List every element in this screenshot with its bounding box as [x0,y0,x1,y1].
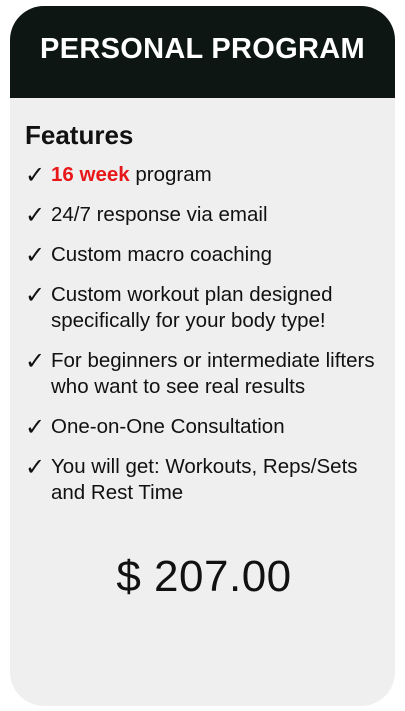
feature-item: ✓ Custom macro coaching [25,242,383,268]
feature-item: ✓ 24/7 response via email [25,202,383,228]
feature-text: Custom workout plan designed specificall… [51,283,333,332]
check-icon: ✓ [25,347,46,375]
feature-text: 16 week program [51,162,383,188]
feature-label: program [129,163,212,186]
feature-text: You will get: Workouts, Reps/Sets and Re… [51,455,358,504]
feature-text: 24/7 response via email [51,203,268,226]
feature-item: ✓ One-on-One Consultation [25,414,383,440]
check-icon: ✓ [25,453,46,481]
card-header: PERSONAL PROGRAM [10,6,395,98]
check-icon: ✓ [25,241,46,269]
feature-item: ✓ For beginners or intermediate lifters … [25,348,383,400]
feature-text: For beginners or intermediate lifters wh… [51,349,375,398]
check-icon: ✓ [25,281,46,309]
price-label: $ 207.00 [116,552,292,601]
feature-list: ✓ 16 week program ✓ 24/7 response via em… [25,162,383,506]
card-body: Features ✓ 16 week program ✓ 24/7 respon… [10,98,395,602]
check-icon: ✓ [25,413,46,441]
feature-text: One-on-One Consultation [51,415,285,438]
card-title: PERSONAL PROGRAM [40,32,365,65]
pricing-card: PERSONAL PROGRAM Features ✓ 16 week prog… [10,6,395,706]
feature-item: ✓ 16 week program [25,162,383,188]
feature-text: Custom macro coaching [51,243,273,266]
feature-item: ✓ You will get: Workouts, Reps/Sets and … [25,454,383,506]
check-icon: ✓ [25,161,46,189]
features-heading: Features [25,120,134,150]
feature-highlight: 16 week [51,163,130,186]
feature-item: ✓ Custom workout plan designed specifica… [25,282,383,334]
check-icon: ✓ [25,201,46,229]
